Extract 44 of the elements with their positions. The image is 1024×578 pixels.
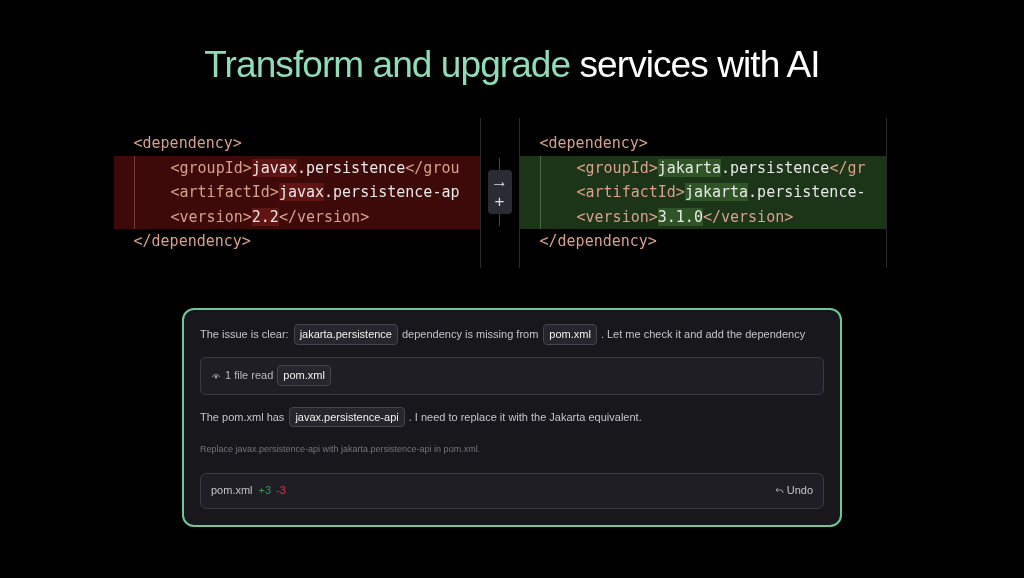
code-value: jakarta [684, 183, 749, 202]
headline: Transform and upgrade services with AI [204, 43, 820, 87]
code-chip: pom.xml [277, 365, 331, 386]
code-tag: </version> [278, 207, 370, 226]
code-value: 3.1.0 [657, 207, 703, 226]
code-tag: <dependency> [133, 134, 242, 152]
code-tag: <version> [170, 207, 252, 226]
message-text: The issue is clear: [200, 327, 289, 342]
file-name: pom.xml [211, 483, 253, 499]
add-button[interactable]: + [494, 192, 505, 212]
code-tag: </dependency> [539, 232, 657, 251]
message-text: . Let me check it and add the dependency [600, 327, 806, 342]
code-value: 2.2 [251, 207, 279, 226]
message-text: . I need to replace it with the Jakarta equivalent. [408, 409, 642, 425]
code-tag: <version> [576, 207, 658, 226]
code-tag: <artifactId> [170, 183, 279, 202]
undo-icon [774, 487, 784, 494]
code-tag: </version> [702, 207, 794, 226]
diff-count: -3 [276, 483, 286, 499]
apply-arrow-button[interactable]: → [491, 172, 508, 192]
code-value: .persistence-ap [324, 183, 460, 202]
undo-button[interactable]: Undo [774, 482, 813, 499]
eye-icon [211, 371, 221, 380]
code-value: .persistence [721, 158, 830, 177]
code-value: javax [278, 183, 325, 202]
code-value: jakarta [657, 158, 721, 177]
code-tag: <groupId> [576, 158, 658, 177]
code-chip: jakarta.persistence [293, 324, 398, 345]
code-value: javax [251, 158, 297, 177]
code-value: .persistence [296, 158, 406, 177]
code-tag: <dependency> [539, 134, 648, 152]
code-chip: pom.xml [543, 324, 597, 345]
code-tag: <artifactId> [576, 183, 685, 202]
message-text: The pom.xml has [200, 409, 285, 425]
code-tag: </grou [405, 158, 460, 177]
code-tag: <groupId> [170, 158, 252, 177]
code-chip: javax.persistence-api [289, 406, 405, 427]
tool-call-label: 1 file read [225, 368, 274, 384]
code-value: .persistence- [748, 183, 866, 202]
code-tag: </gr [829, 158, 866, 177]
note-text: Replace javax.persistence-api with jakarta.persistence-api in pom.xml. [200, 443, 482, 456]
code-tag: </dependency> [133, 232, 251, 251]
message-text: dependency is missing from [402, 327, 539, 342]
diff-count: +3 [258, 483, 272, 499]
